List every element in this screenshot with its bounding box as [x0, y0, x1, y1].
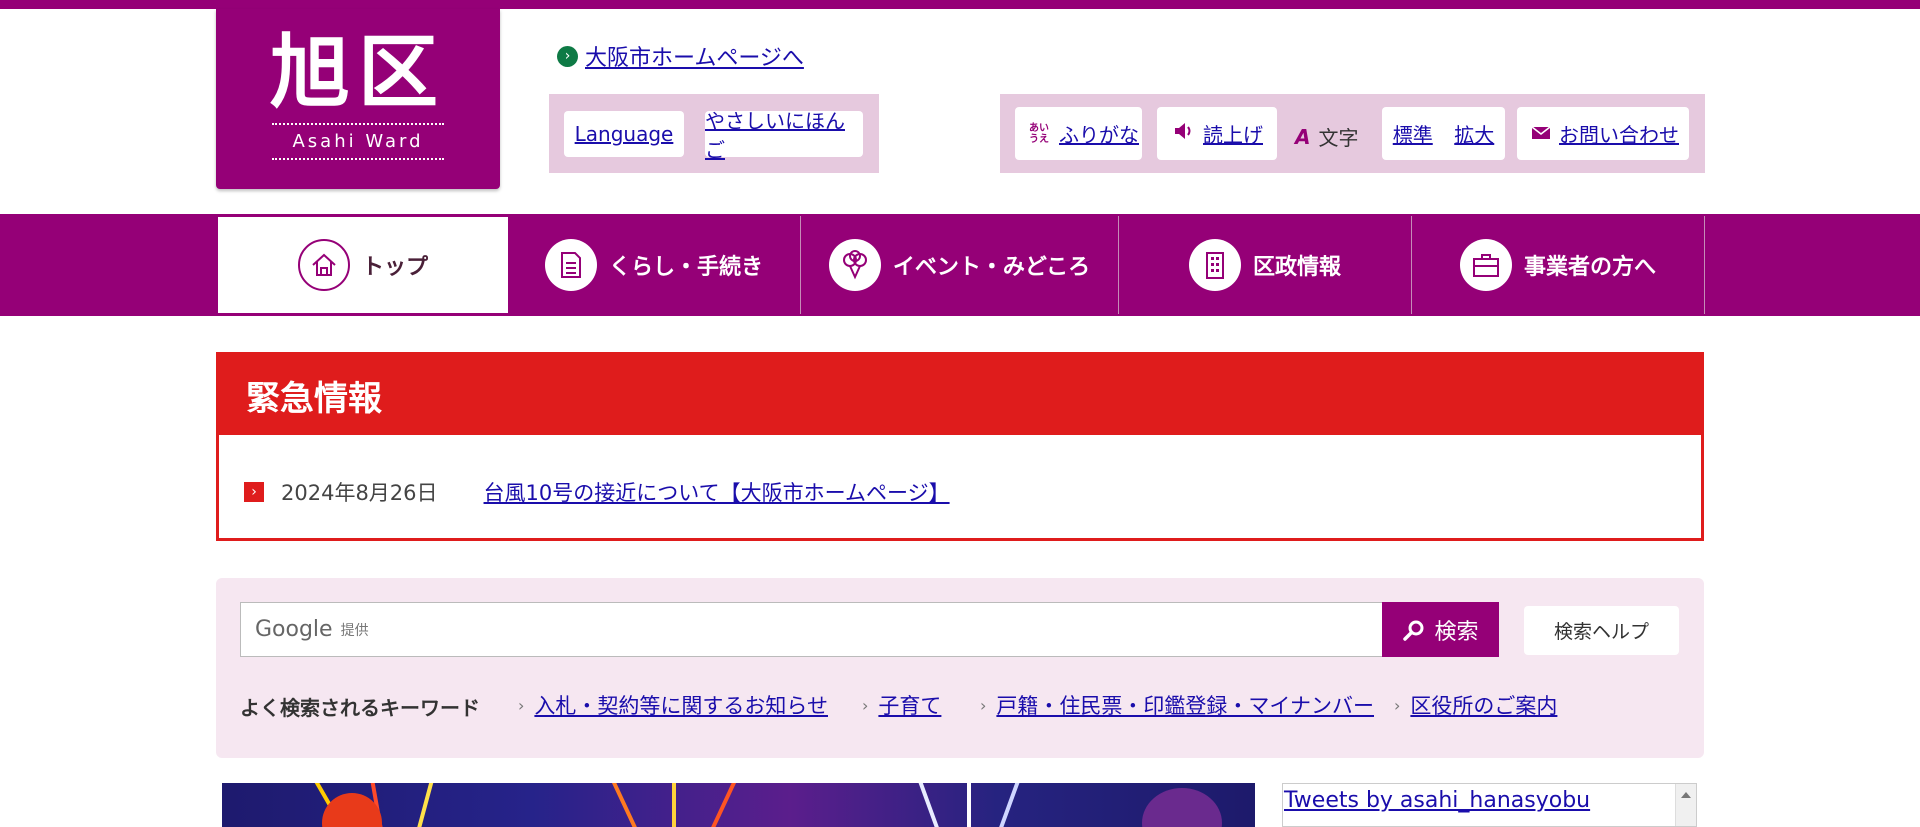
- firework-ray: [604, 783, 646, 827]
- keyword-link[interactable]: 区役所のご案内: [1410, 690, 1557, 720]
- google-provided-label: 提供: [340, 622, 369, 639]
- keyword-item[interactable]: › 子育て: [862, 690, 941, 720]
- logo-kanji: 旭区: [270, 26, 446, 119]
- chevron-right-icon: ›: [518, 695, 525, 715]
- language-button[interactable]: Language: [564, 111, 684, 157]
- chevron-right-icon: ›: [1394, 695, 1401, 715]
- nav-item-label: トップ: [361, 255, 428, 280]
- chevron-right-icon: ›: [244, 482, 264, 502]
- fireworks-banner[interactable]: [222, 783, 1255, 827]
- accessibility-tools: あい うえ ふりがな 読上げ A 文字 標準 拡大 お問い合わせ: [1000, 94, 1705, 173]
- firework-ray: [672, 783, 676, 827]
- firework-ray: [911, 783, 946, 827]
- nav-item-label: くらし・手続き: [608, 255, 763, 280]
- tweets-link[interactable]: Tweets by asahi_hanasyobu: [1284, 788, 1590, 813]
- site-logo[interactable]: 旭区 Asahi Ward: [216, 9, 500, 189]
- contact-link[interactable]: お問い合わせ: [1559, 119, 1679, 148]
- emergency-item: › 2024年8月26日 台風10号の接近について【大阪市ホームページ】: [244, 477, 950, 507]
- search-button-label: 検索: [1434, 619, 1479, 645]
- nav-divider: [1704, 216, 1705, 314]
- logo-english: Asahi Ward: [292, 131, 424, 152]
- firework-ray: [992, 783, 1027, 827]
- keyword-item[interactable]: › 入札・契約等に関するお知らせ: [518, 690, 828, 720]
- nav-item-label: 区政情報: [1252, 255, 1341, 280]
- easy-japanese-link[interactable]: やさしいにほんご: [705, 105, 863, 163]
- text-size-icon: A: [1295, 124, 1311, 149]
- document-icon: [544, 239, 597, 291]
- twitter-timeline: Tweets by asahi_hanasyobu: [1282, 783, 1697, 827]
- mascot-shape: [1142, 788, 1222, 827]
- read-aloud-link[interactable]: 読上げ: [1203, 119, 1263, 148]
- nav-item-top[interactable]: トップ: [218, 217, 508, 313]
- logo-divider-bottom: [272, 158, 444, 160]
- search-icon: [1402, 618, 1426, 642]
- nav-item-business[interactable]: 事業者の方へ: [1412, 217, 1704, 313]
- search-help-button[interactable]: 検索ヘルプ: [1524, 606, 1679, 655]
- popular-keywords-label: よく検索されるキーワード: [240, 696, 480, 720]
- search-button[interactable]: 検索: [1382, 602, 1499, 657]
- nav-divider: [800, 216, 801, 314]
- firework-ray: [412, 783, 440, 827]
- nav-item-label: イベント・みどころ: [892, 255, 1091, 280]
- search-input[interactable]: Google 提供: [240, 602, 1383, 657]
- keyword-item[interactable]: › 区役所のご案内: [1394, 690, 1557, 720]
- mail-icon: [1531, 122, 1551, 146]
- scroll-up-icon[interactable]: [1681, 792, 1691, 798]
- furigana-link[interactable]: ふりがな: [1059, 119, 1139, 148]
- keyword-item[interactable]: › 戸籍・住民票・印鑑登録・マイナンバー: [980, 690, 1374, 720]
- chevron-right-circle-icon: ›: [557, 45, 578, 67]
- language-link[interactable]: Language: [575, 122, 674, 146]
- keyword-link[interactable]: 入札・契約等に関するお知らせ: [534, 690, 828, 720]
- search-section: Google 提供 検索 検索ヘルプ よく検索されるキーワード › 入札・契約等…: [216, 578, 1704, 758]
- chevron-right-icon: ›: [980, 695, 987, 715]
- nav-item-label: 事業者の方へ: [1523, 255, 1656, 280]
- emergency-title: 緊急情報: [219, 355, 1701, 435]
- language-box: Language やさしいにほんご: [549, 94, 879, 173]
- furigana-button[interactable]: あい うえ ふりがな: [1015, 107, 1142, 160]
- text-size-buttons: 標準 拡大: [1382, 107, 1505, 160]
- text-size-label: 文字: [1318, 126, 1359, 150]
- speaker-icon: [1173, 121, 1195, 146]
- osaka-home-link-row: › 大阪市ホームページへ: [557, 40, 804, 72]
- house-icon: [297, 239, 350, 291]
- text-size-label-row: A 文字: [1295, 122, 1358, 151]
- read-aloud-button[interactable]: 読上げ: [1157, 107, 1277, 160]
- emergency-date: 2024年8月26日: [281, 481, 438, 505]
- logo-divider: [272, 123, 444, 125]
- text-enlarge-link[interactable]: 拡大: [1454, 119, 1494, 148]
- furigana-icon: あい うえ: [1029, 122, 1049, 145]
- nav-item-events[interactable]: イベント・みどころ: [801, 217, 1118, 313]
- emergency-link[interactable]: 台風10号の接近について【大阪市ホームページ】: [484, 477, 950, 507]
- text-standard-link[interactable]: 標準: [1393, 119, 1433, 148]
- firework-ray: [702, 783, 744, 827]
- keyword-link[interactable]: 戸籍・住民票・印鑑登録・マイナンバー: [996, 690, 1374, 720]
- nav-divider: [1118, 216, 1119, 314]
- contact-button[interactable]: お問い合わせ: [1517, 107, 1689, 160]
- top-accent-bar: [0, 0, 1920, 9]
- osaka-home-link[interactable]: 大阪市ホームページへ: [585, 40, 804, 72]
- nav-item-living[interactable]: くらし・手続き: [508, 217, 800, 313]
- chevron-right-icon: ›: [862, 695, 869, 715]
- nav-divider: [1411, 216, 1412, 314]
- nav-item-ward-info[interactable]: 区政情報: [1119, 217, 1411, 313]
- building-icon: [1188, 239, 1241, 291]
- balloon-icon: [828, 239, 881, 291]
- briefcase-icon: [1459, 239, 1512, 291]
- global-nav: トップ くらし・手続き イベント・みどころ 区政情報 事業者の方へ: [0, 214, 1920, 316]
- easy-japanese-button[interactable]: やさしいにほんご: [705, 109, 863, 162]
- firework-ray: [967, 783, 971, 827]
- google-logo: Google: [255, 617, 333, 642]
- emergency-info: 緊急情報 › 2024年8月26日 台風10号の接近について【大阪市ホームページ…: [216, 352, 1704, 541]
- timeline-scrollbar[interactable]: [1675, 784, 1696, 826]
- keyword-link[interactable]: 子育て: [878, 690, 941, 720]
